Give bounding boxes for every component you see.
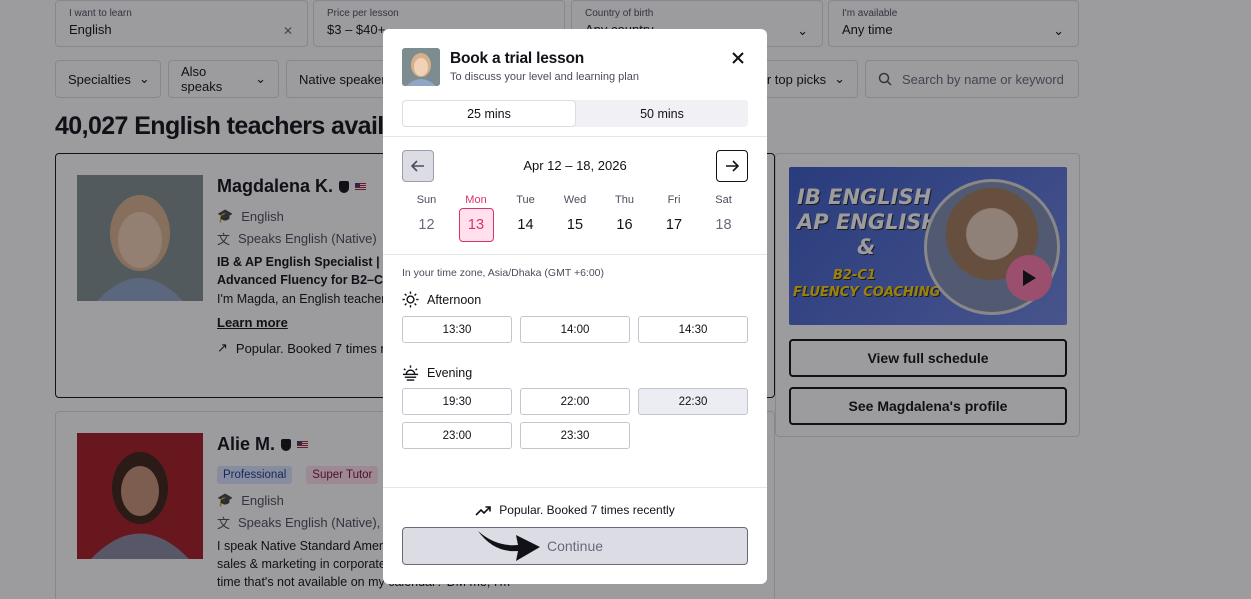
- close-icon[interactable]: [728, 48, 748, 68]
- arrow-left-icon: [411, 160, 424, 172]
- duration-50-option[interactable]: 50 mins: [576, 100, 748, 127]
- day-name: Tue: [516, 194, 535, 206]
- sun-icon: [402, 291, 419, 308]
- day-wed[interactable]: Wed 15: [551, 192, 600, 242]
- day-name: Wed: [563, 194, 587, 206]
- evening-header: Evening: [402, 364, 472, 381]
- tutor-avatar: [402, 48, 440, 86]
- divider: [383, 254, 767, 255]
- duration-25-option[interactable]: 25 mins: [402, 100, 576, 127]
- time-slot[interactable]: 22:30: [638, 388, 748, 415]
- day-date: 12: [418, 217, 435, 233]
- week-range: Apr 12 – 18, 2026: [523, 158, 627, 173]
- popular-note: Popular. Booked 7 times recently: [383, 503, 767, 517]
- afternoon-slots: 13:30 14:00 14:30: [402, 316, 748, 343]
- day-date: 17: [665, 217, 683, 233]
- day-picker: Sun 12 Mon 13 Tue 14 Wed 15 Thu 16 Fri 1…: [402, 192, 748, 242]
- day-sun[interactable]: Sun 12: [402, 192, 451, 242]
- afternoon-header: Afternoon: [402, 291, 481, 308]
- modal-header: Book a trial lesson To discuss your leve…: [402, 48, 748, 88]
- arrow-right-icon: [726, 160, 739, 172]
- time-slot[interactable]: 22:00: [520, 388, 630, 415]
- day-date: 16: [616, 217, 633, 233]
- day-date: 14: [517, 217, 534, 233]
- book-trial-modal: Book a trial lesson To discuss your leve…: [383, 29, 767, 584]
- time-slot[interactable]: 14:00: [520, 316, 630, 343]
- time-slot[interactable]: 19:30: [402, 388, 512, 415]
- divider: [383, 136, 767, 137]
- day-date: 13: [458, 208, 494, 242]
- day-fri[interactable]: Fri 17: [650, 192, 699, 242]
- timezone-note: In your time zone, Asia/Dhaka (GMT +6:00…: [402, 267, 605, 279]
- modal-title: Book a trial lesson: [450, 50, 585, 67]
- continue-button[interactable]: Continue: [402, 527, 748, 565]
- previous-week-button[interactable]: [402, 150, 434, 182]
- day-tue[interactable]: Tue 14: [501, 192, 550, 242]
- day-thu[interactable]: Thu 16: [600, 192, 649, 242]
- duration-toggle: 25 mins 50 mins: [402, 100, 748, 127]
- time-slot[interactable]: 23:30: [520, 422, 630, 449]
- day-name: Mon: [465, 194, 487, 206]
- day-name: Thu: [615, 194, 634, 206]
- day-name: Fri: [667, 194, 681, 206]
- next-week-button[interactable]: [716, 150, 748, 182]
- time-slot[interactable]: 13:30: [402, 316, 512, 343]
- day-name: Sat: [715, 194, 732, 206]
- day-date: 15: [566, 217, 584, 233]
- evening-slots: 19:30 22:00 22:30 23:00 23:30: [402, 388, 748, 449]
- sunset-icon: [402, 365, 419, 381]
- day-date: 18: [715, 217, 732, 233]
- afternoon-label: Afternoon: [427, 292, 482, 307]
- day-name: Sun: [416, 194, 437, 206]
- divider: [383, 487, 767, 488]
- trending-up-icon: [475, 505, 492, 516]
- day-sat[interactable]: Sat 18: [699, 192, 748, 242]
- modal-subtitle: To discuss your level and learning plan: [450, 71, 639, 83]
- time-slot[interactable]: 23:00: [402, 422, 512, 449]
- evening-label: Evening: [427, 365, 473, 380]
- popular-text: Popular. Booked 7 times recently: [499, 503, 675, 517]
- time-slot[interactable]: 14:30: [638, 316, 748, 343]
- day-mon[interactable]: Mon 13: [452, 192, 501, 242]
